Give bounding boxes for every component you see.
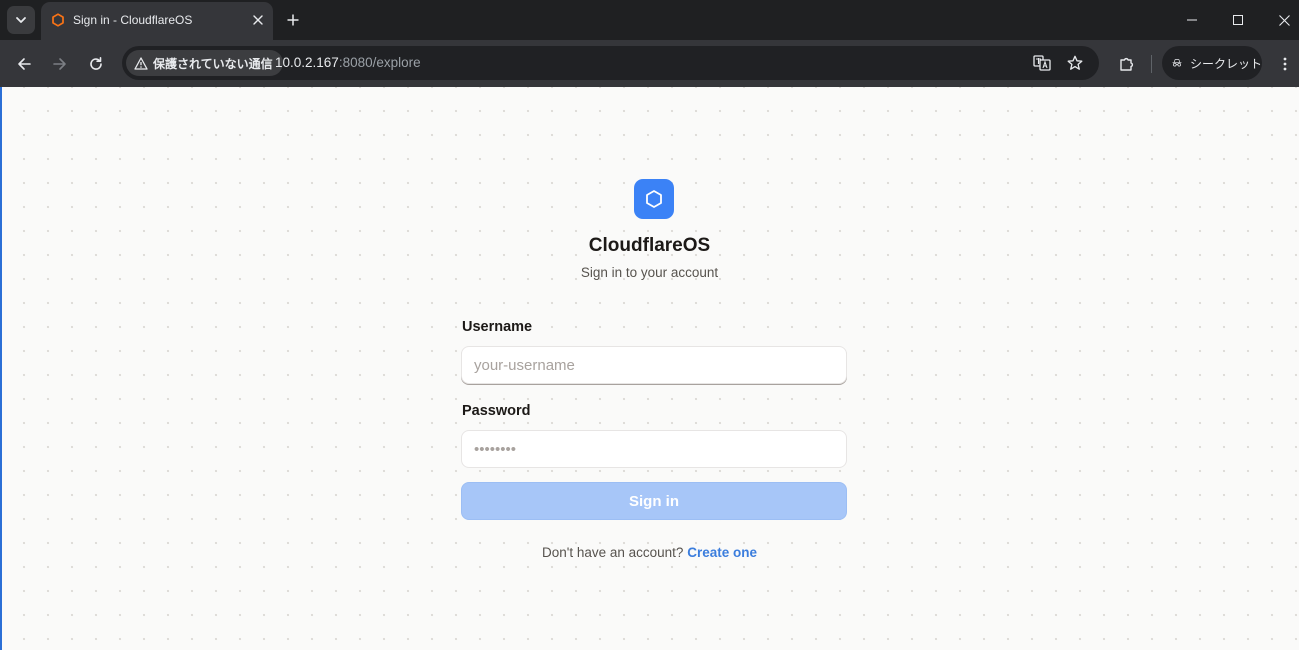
more-vertical-icon: [1283, 57, 1287, 71]
window-close-button[interactable]: [1261, 6, 1299, 34]
security-label: 保護されていない通信: [153, 56, 273, 71]
bookmark-button[interactable]: [1064, 52, 1086, 74]
address-bar[interactable]: 保護されていない通信 10.0.2.167:8080/explore: [122, 46, 1099, 80]
url-host: 10.0.2.167: [275, 55, 339, 70]
url-path: :8080/explore: [338, 55, 421, 70]
login-subtitle: Sign in to your account: [580, 265, 719, 280]
sign-in-button[interactable]: Sign in: [461, 482, 847, 520]
password-label: Password: [462, 403, 531, 419]
browser-tab-active[interactable]: Sign in - CloudflareOS: [41, 2, 273, 40]
reload-button[interactable]: [82, 50, 110, 78]
hexagon-icon: [52, 13, 64, 27]
close-icon: [253, 15, 263, 25]
window-focus-edge: [0, 87, 2, 650]
puzzle-icon: [1119, 57, 1133, 71]
star-icon: [1067, 55, 1083, 70]
incognito-icon: [1172, 59, 1182, 67]
reload-icon: [90, 57, 102, 70]
hexagon-icon: [646, 190, 662, 208]
incognito-label: シークレット: [1189, 56, 1262, 71]
tab-close-button[interactable]: [249, 11, 267, 29]
chevron-down-icon: [16, 17, 26, 23]
back-button[interactable]: [10, 50, 38, 78]
arrow-right-icon: [53, 58, 66, 70]
app-title: CloudflareOS: [588, 235, 711, 256]
translate-icon: [1033, 55, 1051, 71]
signup-prompt: Don't have an account? Create one: [0, 545, 1299, 560]
maximize-button[interactable]: [1215, 6, 1261, 34]
browser-toolbar: 保護されていない通信 10.0.2.167:8080/explore シークレッ…: [0, 40, 1299, 87]
plus-icon: [287, 14, 299, 26]
new-tab-button[interactable]: [281, 8, 305, 32]
tab-title: Sign in - CloudflareOS: [73, 13, 193, 27]
app-logo: [634, 179, 674, 219]
username-label: Username: [462, 319, 533, 335]
forward-button[interactable]: [46, 50, 74, 78]
page-content: CloudflareOS Sign in to your account Use…: [0, 87, 1299, 650]
translate-button[interactable]: [1031, 52, 1053, 74]
warning-triangle-icon: [134, 56, 148, 70]
extensions-button[interactable]: [1112, 50, 1140, 78]
create-account-link[interactable]: Create one: [687, 545, 757, 560]
minimize-button[interactable]: [1169, 6, 1215, 34]
username-input[interactable]: [461, 346, 847, 384]
minimize-icon: [1187, 19, 1197, 21]
maximize-icon: [1233, 15, 1243, 25]
signup-prompt-text: Don't have an account?: [542, 545, 684, 560]
url-text[interactable]: 10.0.2.167:8080/explore: [275, 55, 421, 70]
close-icon: [1278, 14, 1290, 26]
tab-search-button[interactable]: [7, 6, 35, 34]
browser-menu-button[interactable]: [1271, 50, 1299, 78]
security-indicator[interactable]: 保護されていない通信: [126, 50, 283, 76]
toolbar-divider: [1151, 55, 1152, 73]
tab-strip: Sign in - CloudflareOS: [0, 0, 1299, 40]
incognito-indicator[interactable]: シークレット: [1162, 46, 1262, 80]
password-input[interactable]: [461, 430, 847, 468]
arrow-left-icon: [18, 58, 31, 70]
